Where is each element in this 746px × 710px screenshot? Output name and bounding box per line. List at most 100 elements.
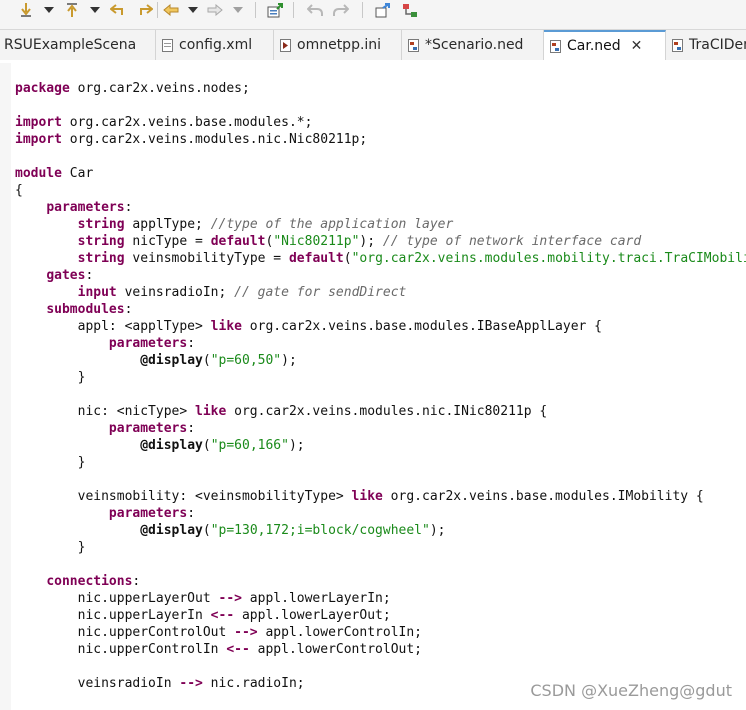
open-type-icon[interactable]	[374, 0, 392, 20]
tab-label: TraCIDem	[689, 37, 746, 53]
code-line: {	[15, 182, 746, 199]
code-line: appl: <applType> like org.car2x.veins.ba…	[15, 318, 746, 335]
code-token: parameters	[108, 336, 188, 351]
code-token: veinsmobilityType =	[124, 251, 289, 266]
dropdown-arrow-icon[interactable]	[42, 0, 56, 20]
code-token: veinsmobility: <veinsmobilityType>	[15, 489, 352, 504]
tab-rsuexamplescenario[interactable]: RSUExampleScena	[0, 30, 156, 60]
code-line: string nicType = default("Nic80211p"); /…	[15, 233, 746, 250]
code-line: string applType; //type of the applicati…	[15, 216, 746, 233]
code-line: import org.car2x.veins.base.modules.*;	[15, 114, 746, 131]
code-token: package	[15, 81, 70, 96]
toolbar-separator	[362, 2, 363, 18]
code-token: // type of network interface card	[382, 234, 642, 249]
ned-file-icon	[550, 39, 562, 53]
toolbar-separator	[255, 2, 256, 18]
code-token: default	[288, 251, 344, 266]
close-icon[interactable]: ✕	[631, 38, 643, 54]
code-token: :	[124, 302, 133, 317]
tab-tracidemo[interactable]: TraCIDem	[666, 30, 746, 60]
code-token: like	[210, 319, 242, 334]
code-token: :	[124, 200, 133, 215]
dropdown-arrow-icon[interactable]	[186, 0, 200, 20]
code-token: nic.upperLayerIn	[15, 608, 211, 623]
main-toolbar	[0, 0, 746, 30]
code-token: );	[429, 523, 446, 538]
code-editor[interactable]: package org.car2x.veins.nodes; import or…	[0, 63, 746, 710]
dropdown-arrow-icon[interactable]	[231, 0, 245, 20]
next-annotation-icon[interactable]	[18, 0, 34, 20]
dropdown-arrow-icon[interactable]	[88, 0, 102, 20]
code-token: appl.lowerControlIn;	[257, 625, 423, 640]
code-token: nic.upperControlIn	[15, 642, 227, 657]
back-icon[interactable]	[162, 0, 180, 20]
code-token: connections	[46, 574, 133, 589]
code-token: -->	[234, 625, 258, 640]
code-token: nic.upperLayerOut	[15, 591, 219, 606]
tab-label: Car.ned	[567, 38, 621, 54]
new-java-package-icon[interactable]	[266, 0, 284, 20]
tab-car-ned[interactable]: Car.ned ✕	[544, 30, 666, 60]
code-line: nic.upperControlOut --> appl.lowerContro…	[15, 624, 746, 641]
undo-icon[interactable]	[306, 0, 324, 20]
tab-label: RSUExampleScena	[4, 37, 137, 53]
code-token: -->	[218, 591, 242, 606]
code-token: <--	[210, 608, 235, 623]
code-token: submodules	[46, 302, 125, 317]
code-token: org.car2x.veins.modules.nic.INic80211p {	[226, 404, 548, 419]
code-line: submodules:	[15, 301, 746, 318]
toolbar-separator	[293, 2, 294, 18]
tab-omnetpp-ini[interactable]: omnetpp.ini	[274, 30, 402, 60]
code-token: string	[77, 251, 125, 266]
code-token: module	[15, 166, 62, 181]
code-token: applType;	[124, 217, 211, 232]
code-token: string	[77, 234, 125, 249]
tab-label: *Scenario.ned	[425, 37, 524, 53]
code-token: appl.lowerLayerIn;	[241, 591, 391, 606]
code-line: @display("p=130,172;i=block/cogwheel");	[15, 522, 746, 539]
code-token: gates	[46, 268, 86, 283]
forward-icon[interactable]	[206, 0, 224, 20]
watermark: CSDN @XueZheng@gdut	[530, 681, 732, 700]
code-token: :	[187, 506, 196, 521]
code-token: org.car2x.veins.base.modules.IBaseApplLa…	[241, 319, 603, 334]
code-token: }	[15, 370, 86, 385]
code-line: veinsmobility: <veinsmobilityType> like …	[15, 488, 746, 505]
code-line: parameters:	[15, 420, 746, 437]
tab-scenario-ned[interactable]: *Scenario.ned	[402, 30, 544, 60]
code-token: org.car2x.veins.base.modules.*;	[61, 115, 313, 130]
code-line: gates:	[15, 267, 746, 284]
redo-icon[interactable]	[332, 0, 350, 20]
module-hierarchy-icon[interactable]	[401, 0, 419, 20]
code-token: (	[202, 353, 211, 368]
source-code[interactable]: package org.car2x.veins.nodes; import or…	[15, 80, 746, 692]
code-token: (	[202, 523, 211, 538]
pin-editor-icon[interactable]	[136, 0, 154, 20]
code-line: parameters:	[15, 199, 746, 216]
code-token: veinsradioIn	[15, 676, 180, 691]
code-token: "p=60,50"	[210, 353, 282, 368]
code-token: appl.lowerControlOut;	[249, 642, 422, 657]
code-token: org.car2x.veins.modules.nic.Nic80211p;	[61, 132, 368, 147]
code-token: Car	[61, 166, 94, 181]
previous-annotation-icon[interactable]	[64, 0, 80, 20]
code-token: :	[132, 574, 141, 589]
code-token: :	[85, 268, 94, 283]
code-token: @display	[140, 438, 203, 453]
code-token: "p=60,166"	[210, 438, 289, 453]
code-token: nic.radioIn;	[202, 676, 305, 691]
code-token: // gate for sendDirect	[234, 285, 407, 300]
code-token: );	[359, 234, 383, 249]
tab-config-xml[interactable]: config.xml	[156, 30, 274, 60]
code-token: input	[77, 285, 117, 300]
last-edit-location-icon[interactable]	[109, 0, 127, 20]
